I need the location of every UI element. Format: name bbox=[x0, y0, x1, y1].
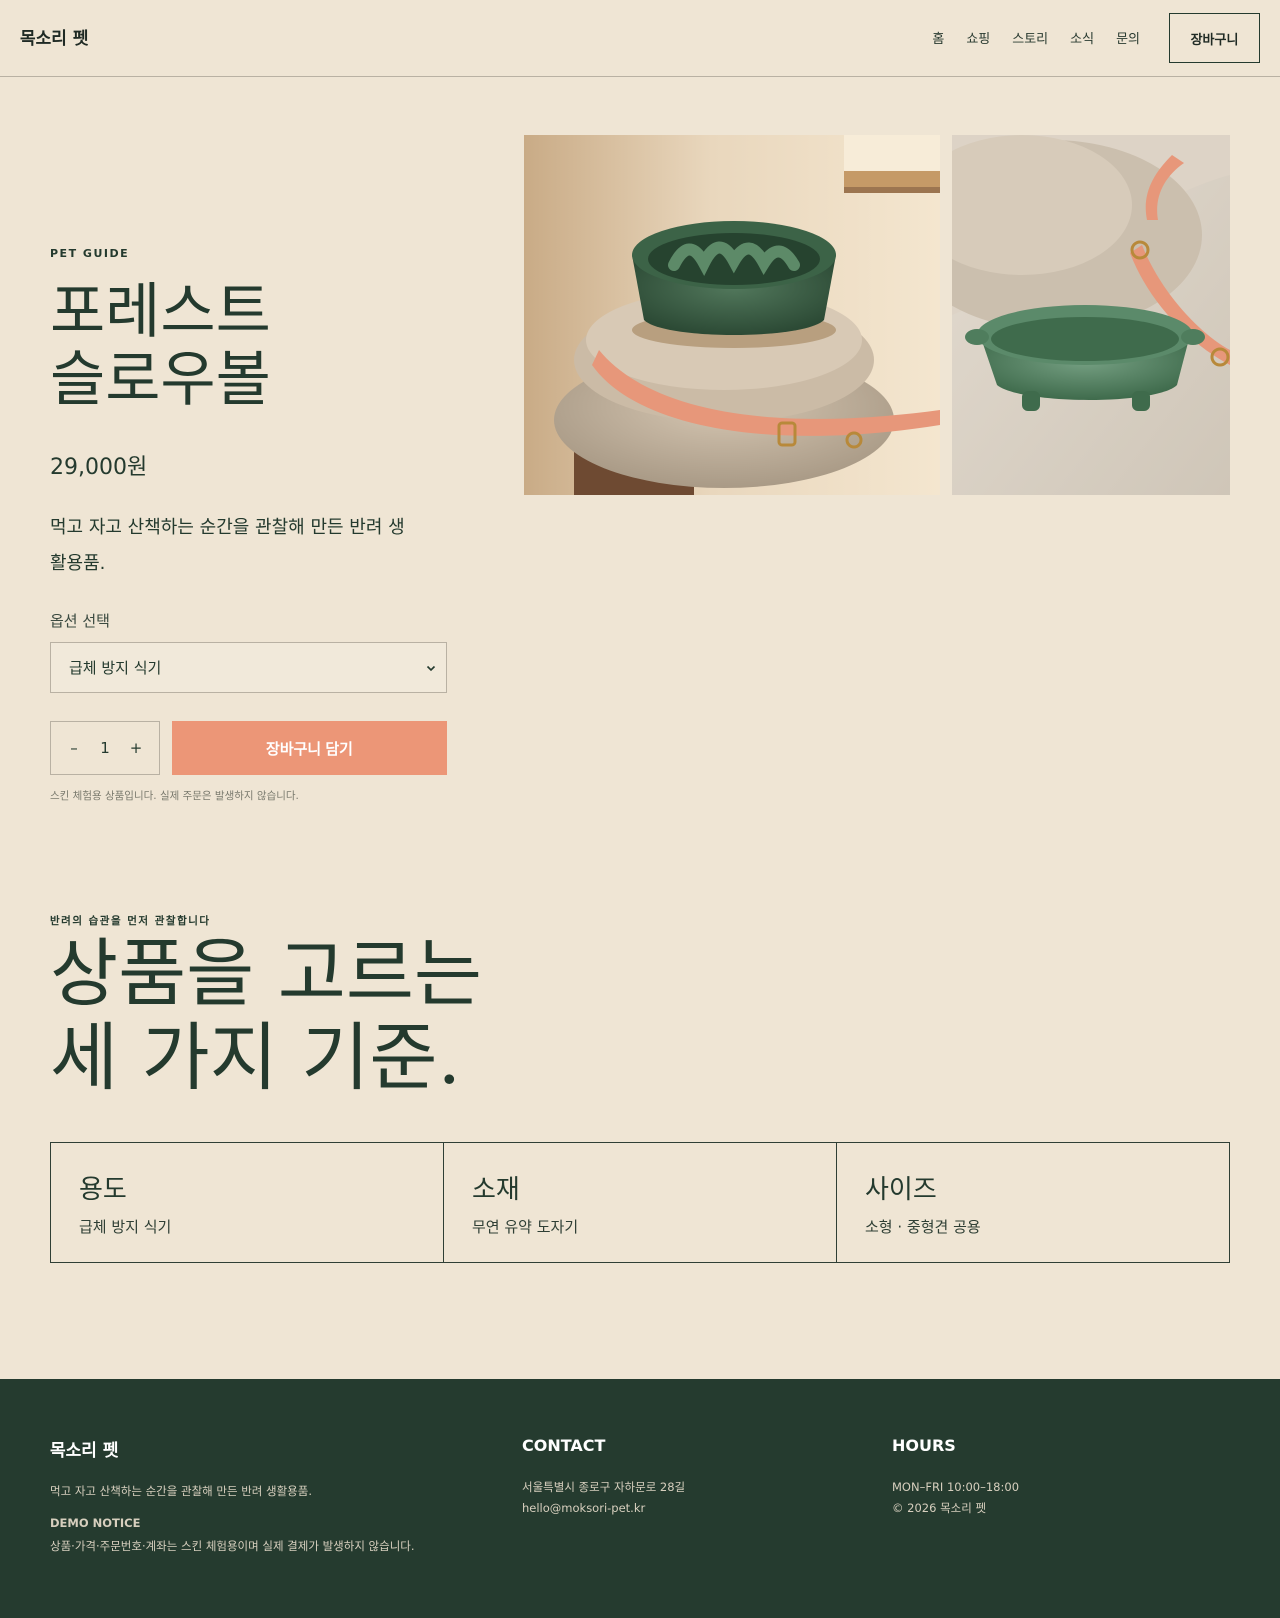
criteria-card-size: 사이즈 소형 · 중형견 공용 bbox=[837, 1143, 1229, 1262]
footer-description: 먹고 자고 산책하는 순간을 관찰해 만든 반려 생활용품. bbox=[50, 1484, 313, 1498]
product-photo-side bbox=[952, 135, 1230, 495]
criteria-card-usage: 용도 급체 방지 식기 bbox=[51, 1143, 444, 1262]
criteria-card-text: 급체 방지 식기 bbox=[79, 1218, 172, 1236]
footer-notice-heading: DEMO NOTICE bbox=[50, 1516, 141, 1530]
nav-shop[interactable]: 쇼핑 bbox=[966, 28, 990, 47]
criteria-card-title: 용도 bbox=[79, 1175, 127, 1205]
product-title-line2: 슬로우볼 bbox=[50, 345, 271, 415]
main-nav: 홈 쇼핑 스토리 소식 문의 bbox=[932, 28, 1140, 47]
product-description: 먹고 자고 산책하는 순간을 관찰해 만든 반려 생활용품. bbox=[50, 517, 405, 574]
add-to-cart-button[interactable]: 장바구니 담기 bbox=[172, 721, 447, 775]
footer-contact: CONTACT 서울특별시 종로구 자하문로 28길 hello@moksori… bbox=[522, 1436, 685, 1519]
quantity-value[interactable]: 1 bbox=[96, 739, 114, 757]
nav-news[interactable]: 소식 bbox=[1070, 28, 1094, 47]
criteria-card-title: 소재 bbox=[472, 1175, 520, 1205]
product-price: 29,000원 bbox=[50, 455, 148, 480]
criteria-card-text: 소형 · 중형견 공용 bbox=[865, 1218, 981, 1236]
footer-hours-text: MON–FRI 10:00–18:00 bbox=[892, 1480, 1020, 1494]
criteria-title-line2: 세 가지 기준. bbox=[50, 1015, 461, 1101]
criteria-title-line1: 상품을 고르는 bbox=[50, 931, 483, 1017]
criteria-title: 상품을 고르는 세 가지 기준. bbox=[50, 932, 610, 1100]
quantity-stepper: – 1 + bbox=[50, 721, 160, 775]
footer-hours: HOURS MON–FRI 10:00–18:00 © 2026 목소리 펫 bbox=[892, 1436, 1019, 1519]
site-header: 목소리 펫 홈 쇼핑 스토리 소식 문의 장바구니 bbox=[0, 0, 1280, 77]
quantity-increase-button[interactable]: + bbox=[127, 739, 145, 757]
footer-email[interactable]: hello@moksori-pet.kr bbox=[522, 1498, 685, 1519]
product-image-bowl-on-cushion[interactable] bbox=[524, 135, 940, 495]
option-selected-value: 급체 방지 식기 bbox=[69, 659, 162, 677]
criteria-card-material: 소재 무연 유약 도자기 bbox=[444, 1143, 837, 1262]
site-footer: 목소리 펫 먹고 자고 산책하는 순간을 관찰해 만든 반려 생활용품. DEM… bbox=[0, 1379, 1280, 1618]
option-select[interactable]: 급체 방지 식기 bbox=[50, 642, 447, 693]
product-title-line1: 포레스트 bbox=[50, 277, 271, 347]
quantity-decrease-button[interactable]: – bbox=[65, 739, 83, 757]
nav-story[interactable]: 스토리 bbox=[1012, 28, 1048, 47]
cart-button[interactable]: 장바구니 bbox=[1169, 13, 1260, 63]
footer-brand: 목소리 펫 bbox=[50, 1441, 119, 1461]
criteria-eyebrow: 반려의 습관을 먼저 관찰합니다 bbox=[50, 915, 211, 927]
product-photo-main bbox=[524, 135, 940, 495]
product-image-bowl-on-linen[interactable] bbox=[952, 135, 1230, 495]
footer-contact-heading: CONTACT bbox=[522, 1436, 606, 1455]
criteria-card-title: 사이즈 bbox=[865, 1175, 937, 1205]
footer-hours-heading: HOURS bbox=[892, 1436, 956, 1455]
brand-logo[interactable]: 목소리 펫 bbox=[20, 24, 88, 49]
footer-copyright: © 2026 목소리 펫 bbox=[892, 1501, 987, 1515]
option-label: 옵션 선택 bbox=[50, 612, 110, 630]
nav-home[interactable]: 홈 bbox=[932, 28, 944, 47]
criteria-card-text: 무연 유약 도자기 bbox=[472, 1218, 579, 1236]
criteria-cards: 용도 급체 방지 식기 소재 무연 유약 도자기 사이즈 소형 · 중형견 공용 bbox=[50, 1142, 1230, 1263]
product-title: 포레스트 슬로우볼 bbox=[50, 278, 470, 414]
nav-contact[interactable]: 문의 bbox=[1116, 28, 1140, 47]
footer-address: 서울특별시 종로구 자하문로 28길 bbox=[522, 1480, 686, 1494]
chevron-down-icon bbox=[426, 665, 436, 671]
product-eyebrow: PET GUIDE bbox=[50, 247, 130, 260]
footer-notice-text: 상품·가격·주문번호·계좌는 스킨 체험용이며 실제 결제가 발생하지 않습니다… bbox=[50, 1539, 415, 1553]
demo-note: 스킨 체험용 상품입니다. 실제 주문은 발생하지 않습니다. bbox=[50, 790, 299, 802]
